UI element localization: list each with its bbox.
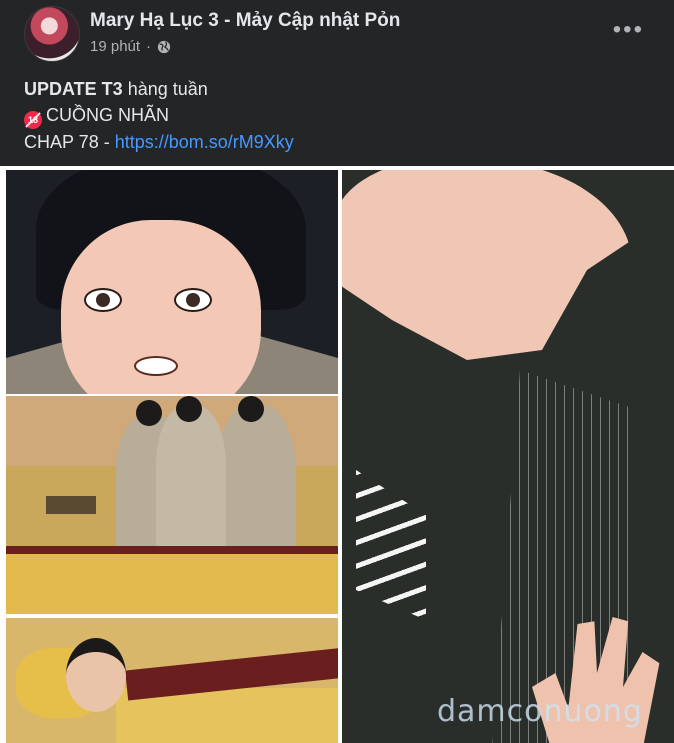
caption-link[interactable]: https://bom.so/rM9Xky	[115, 132, 294, 152]
caption-title: CUỒNG NHÃN	[46, 105, 170, 125]
photo-grid: damconuong	[0, 166, 674, 743]
caption-update-label: UPDATE T3	[24, 79, 123, 99]
feed-post: Mary Hạ Lục 3 - Mảy Cập nhật Pỏn 19 phút…	[0, 0, 674, 743]
caption-line-2: 18 CUỒNG NHÃN	[24, 102, 294, 129]
no-under-18-icon: 18	[24, 111, 42, 129]
caption-line-1: UPDATE T3 hàng tuần	[24, 76, 294, 102]
globe-icon	[157, 40, 171, 53]
author-avatar[interactable]	[24, 6, 80, 62]
caption-line-3: CHAP 78 - https://bom.so/rM9Xky	[24, 129, 294, 155]
post-time[interactable]: 19 phút	[90, 38, 140, 55]
photo-room-scene[interactable]	[6, 396, 338, 614]
caption-schedule: hàng tuần	[122, 79, 208, 99]
author-name[interactable]: Mary Hạ Lục 3 - Mảy Cập nhật Pỏn	[90, 10, 400, 32]
watermark-text: damconuong	[437, 694, 643, 729]
more-options-icon[interactable]: •••	[613, 18, 644, 42]
photo-falling-hand[interactable]: damconuong	[342, 170, 674, 743]
photo-sleeping-figure[interactable]	[6, 618, 338, 743]
photo-crying-face[interactable]	[6, 170, 338, 394]
caption-chapter: CHAP 78 -	[24, 132, 115, 152]
post-meta: 19 phút ·	[90, 38, 171, 55]
post-caption: UPDATE T3 hàng tuần 18 CUỒNG NHÃN CHAP 78…	[24, 76, 294, 155]
